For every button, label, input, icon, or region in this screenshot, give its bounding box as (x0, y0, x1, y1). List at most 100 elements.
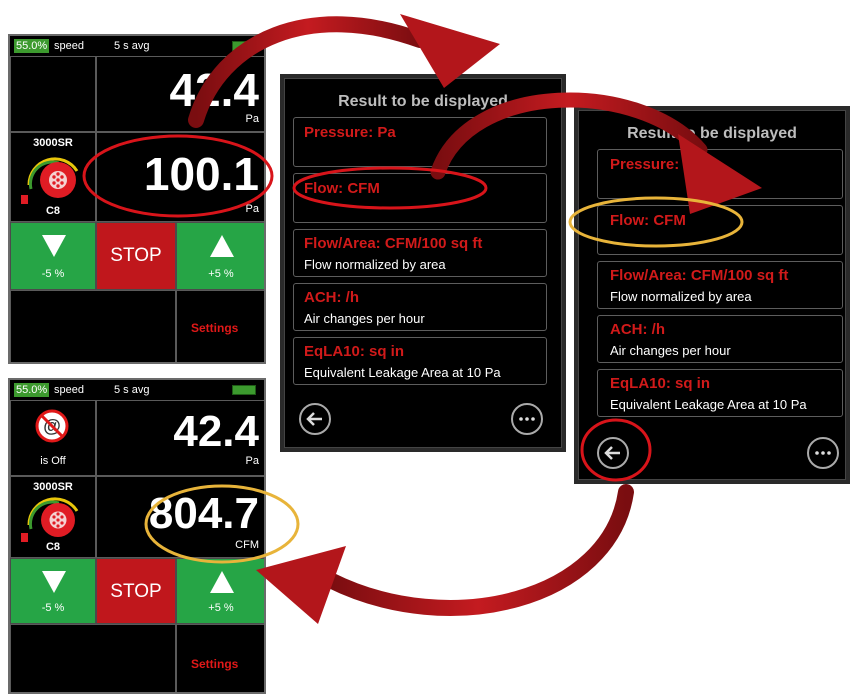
result-title: EqLA10: sq in (610, 375, 711, 392)
result-item-flow[interactable]: Flow: CFM (597, 205, 843, 255)
speed-up-button[interactable]: +5 % (176, 558, 264, 624)
result-title: Flow/Area: CFM/100 sq ft (304, 235, 483, 252)
empty-cell (10, 290, 176, 362)
speed-percent: 55.0% (14, 39, 50, 53)
speed-percent: 55.0% (14, 383, 50, 397)
more-icon (519, 417, 535, 421)
reading2-cell[interactable]: 100.1 Pa (96, 132, 264, 222)
speed-up-label: +5 % (208, 268, 234, 280)
fan-model: 3000SR (33, 481, 73, 493)
result-item-eqla[interactable]: EqLA10: sq in Equivalent Leakage Area at… (293, 337, 547, 385)
result-desc: Air changes per hour (610, 343, 731, 358)
result-item-flow[interactable]: Flow: CFM (293, 173, 547, 223)
stop-button[interactable]: STOP (96, 558, 176, 624)
status-bar: 55.0% speed 5 s avg (10, 36, 264, 56)
avg-label: 5 s avg (114, 40, 150, 52)
fan-ring: C8 (45, 205, 61, 217)
result-desc: Equivalent Leakage Area at 10 Pa (304, 365, 501, 380)
result-item-flow-area[interactable]: Flow/Area: CFM/100 sq ft Flow normalized… (293, 229, 547, 277)
connection-cell[interactable]: @ is Off (10, 400, 96, 476)
result-title: EqLA10: sq in (304, 343, 405, 360)
connection-status: is Off (40, 455, 66, 467)
speed-up-button[interactable]: +5 % (176, 222, 264, 290)
result-title: ACH: /h (304, 289, 359, 306)
result-title: Flow/Area: CFM/100 sq ft (610, 267, 789, 284)
speed-down-label: -5 % (41, 268, 65, 280)
speed-label: speed (54, 40, 84, 52)
empty-cell (10, 624, 176, 692)
result-title: Flow: CFM (610, 212, 686, 229)
fan-cell[interactable]: 3000SR C8 (10, 132, 96, 222)
settings-cell[interactable]: Settings (176, 290, 264, 362)
back-button[interactable] (299, 403, 331, 435)
reading2-value: 804.7 (148, 489, 259, 538)
reading1-value: 42.4 (169, 64, 259, 116)
result-title: Flow: CFM (304, 180, 380, 197)
speed-down-button[interactable]: -5 % (10, 222, 96, 290)
more-button[interactable] (511, 403, 543, 435)
result-item-pressure[interactable]: Pressure: Pa (293, 117, 547, 167)
stop-label: STOP (110, 245, 162, 266)
fan-ring: C8 (45, 541, 61, 553)
reading1-cell[interactable]: 42.4 Pa (96, 56, 264, 132)
result-desc: Air changes per hour (304, 311, 425, 326)
up-arrow-icon (210, 571, 234, 593)
panel-title: Result to be displayed (338, 93, 508, 110)
no-connection-icon: @ (35, 409, 69, 443)
fan-model: 3000SR (33, 137, 73, 149)
result-title: ACH: /h (610, 321, 665, 338)
reading1-cell[interactable]: 42.4 Pa (96, 400, 264, 476)
result-item-flow-area[interactable]: Flow/Area: CFM/100 sq ft Flow normalized… (597, 261, 843, 309)
back-button[interactable] (597, 437, 629, 469)
settings-button[interactable]: Settings (191, 321, 238, 335)
back-arrow-icon (306, 412, 322, 426)
settings-button[interactable]: Settings (191, 657, 238, 671)
stop-button[interactable]: STOP (96, 222, 176, 290)
result-title: Pressure: Pa (304, 124, 396, 141)
panel-title: Result to be displayed (627, 125, 797, 142)
more-button[interactable] (807, 437, 839, 469)
back-arrow-icon (604, 446, 620, 460)
flow-arrow-3 (322, 484, 634, 616)
reading2-unit: CFM (235, 539, 259, 551)
results-panel-inner: Result to be displayed Pressure: Pa Flow… (578, 110, 846, 480)
battery-icon (232, 385, 256, 395)
reading2-cell[interactable]: 804.7 CFM (96, 476, 264, 558)
result-desc: Equivalent Leakage Area at 10 Pa (610, 397, 807, 412)
avg-label: 5 s avg (114, 384, 150, 396)
speed-down-label: -5 % (41, 602, 65, 614)
result-title: Pressure: Pa (610, 156, 702, 173)
result-item-eqla[interactable]: EqLA10: sq in Equivalent Leakage Area at… (597, 369, 843, 417)
result-desc: Flow normalized by area (304, 257, 446, 272)
gauge-screen-top: 55.0% speed 5 s avg 42.4 Pa 3000SR C8 10… (8, 34, 266, 364)
reading2-unit: Pa (245, 203, 259, 215)
status-bar: 55.0% speed 5 s avg (10, 380, 264, 400)
settings-cell[interactable]: Settings (176, 624, 264, 692)
reading2-value: 100.1 (143, 148, 259, 200)
result-desc: Flow normalized by area (610, 289, 752, 304)
flow-arrow-3-head (256, 546, 346, 624)
reading1-value: 42.4 (173, 407, 259, 456)
gauge-screen-bottom: 55.0% speed 5 s avg @ is Off 42.4 Pa 300… (8, 378, 266, 694)
speed-up-label: +5 % (208, 602, 234, 614)
result-item-ach[interactable]: ACH: /h Air changes per hour (597, 315, 843, 363)
fan-icon (21, 157, 79, 204)
results-panel-middle: Result to be displayed Pressure: Pa Flow… (280, 74, 566, 452)
up-arrow-icon (210, 235, 234, 257)
fan-cell[interactable]: 3000SR C8 (10, 476, 96, 558)
battery-icon (232, 41, 256, 51)
down-arrow-icon (42, 235, 66, 257)
empty-cell (10, 56, 96, 132)
speed-label: speed (54, 384, 84, 396)
result-item-pressure[interactable]: Pressure: Pa (597, 149, 843, 199)
reading1-unit: Pa (245, 455, 259, 467)
results-panel-right: Result to be displayed Pressure: Pa Flow… (574, 106, 850, 484)
result-item-ach[interactable]: ACH: /h Air changes per hour (293, 283, 547, 331)
results-panel-inner: Result to be displayed Pressure: Pa Flow… (284, 78, 562, 448)
speed-down-button[interactable]: -5 % (10, 558, 96, 624)
stop-label: STOP (110, 581, 162, 602)
down-arrow-icon (42, 571, 66, 593)
more-icon (815, 451, 831, 455)
reading1-unit: Pa (245, 113, 259, 125)
fan-icon (21, 497, 79, 542)
